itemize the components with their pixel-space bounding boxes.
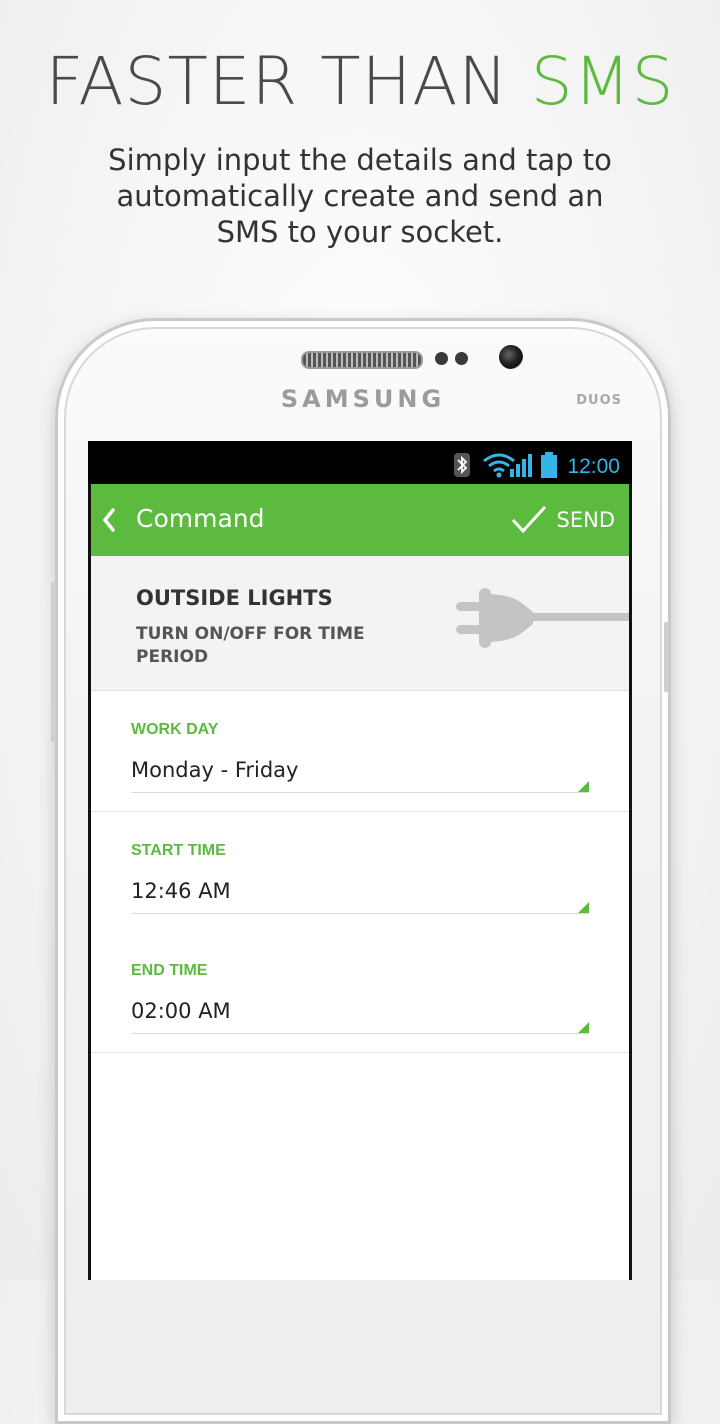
command-form: OUTSIDE LIGHTS TURN ON/OFF FOR TIME PERI…: [91, 556, 629, 1280]
bluetooth-icon: [454, 453, 470, 477]
battery-icon: [541, 452, 557, 478]
proximity-sensor: [435, 352, 448, 365]
light-sensor: [455, 352, 468, 365]
front-camera: [499, 345, 523, 369]
status-time: 12:00: [567, 455, 620, 478]
app-bar: Command SEND: [91, 484, 629, 556]
send-button-label: SEND: [556, 508, 615, 532]
field-underline: [131, 792, 589, 793]
send-button[interactable]: SEND: [511, 500, 615, 540]
field-label: WORK DAY: [131, 721, 219, 738]
promo-subtitle: Simply input the details and tap to auto…: [108, 143, 612, 249]
headline-main: FASTER THAN: [45, 43, 531, 120]
power-button: [664, 622, 669, 692]
volume-button: [51, 582, 56, 742]
signal-icon: [510, 454, 532, 477]
dropdown-caret-icon[interactable]: [578, 902, 589, 913]
earpiece-speaker: [301, 351, 423, 369]
field-work-day[interactable]: WORK DAY Monday - Friday: [91, 691, 629, 812]
device-name: OUTSIDE LIGHTS: [136, 586, 333, 610]
work-day-select[interactable]: Monday - Friday: [131, 758, 298, 782]
field-underline: [131, 913, 589, 914]
promo-headline: FASTER THAN SMS: [0, 42, 720, 122]
phone-screen: 12:00 Command SEND OUTSIDE LIGHTS TURN O…: [88, 441, 632, 1280]
dropdown-caret-icon[interactable]: [578, 781, 589, 792]
model-badge-text: DUOS: [576, 393, 622, 408]
field-underline: [131, 1033, 589, 1034]
field-start-time[interactable]: START TIME 12:46 AM: [91, 812, 629, 933]
model-badge: DUOS: [576, 393, 622, 408]
field-end-time[interactable]: END TIME 02:00 AM: [91, 932, 629, 1053]
end-time-select[interactable]: 02:00 AM: [131, 999, 231, 1023]
headline-accent: SMS: [530, 43, 675, 120]
field-label: END TIME: [131, 962, 208, 979]
start-time-select[interactable]: 12:46 AM: [131, 879, 231, 903]
app-bar-title[interactable]: Command: [136, 504, 265, 533]
dropdown-caret-icon[interactable]: [578, 1022, 589, 1033]
plug-icon: [456, 588, 629, 648]
status-bar: 12:00: [88, 441, 632, 484]
chevron-left-icon[interactable]: [99, 506, 119, 534]
field-label: START TIME: [131, 842, 226, 859]
checkmark-icon: [511, 505, 546, 534]
device-card: OUTSIDE LIGHTS TURN ON/OFF FOR TIME PERI…: [91, 556, 629, 691]
device-description: TURN ON/OFF FOR TIME PERIOD: [136, 624, 365, 667]
